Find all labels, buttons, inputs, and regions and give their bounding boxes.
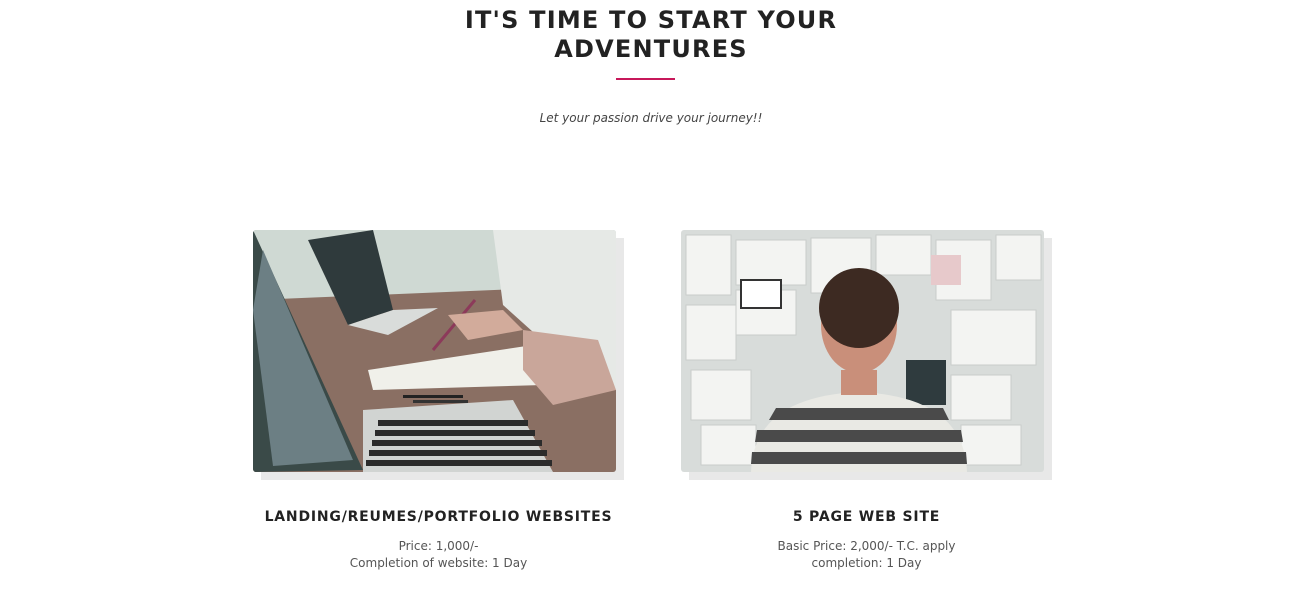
service-price: Basic Price: 2,000/- T.C. apply (777, 539, 956, 553)
service-completion: Completion of website: 1 Day (349, 556, 528, 570)
section-title: IT'S TIME TO START YOUR ADVENTURES (0, 6, 1302, 64)
service-completion: completion: 1 Day (811, 556, 922, 570)
service-price: Price: 1,000/- (398, 539, 479, 553)
section-subtitle: Let your passion drive your journey!! (539, 111, 763, 125)
section-title-line1: IT'S TIME TO START YOUR (464, 6, 838, 34)
man-looking-at-mood-board-photo[interactable] (681, 230, 1044, 472)
title-underline (616, 78, 675, 80)
service-description: Price: 1,000/- Completion of website: 1 … (213, 538, 664, 572)
service-description: Basic Price: 2,000/- T.C. apply completi… (641, 538, 1092, 572)
laptops-and-notes-photo[interactable] (253, 230, 616, 472)
service-name: 5 PAGE WEB SITE (792, 509, 941, 525)
section-title-line2: ADVENTURES (554, 35, 748, 63)
service-name: LANDING/REUMES/PORTFOLIO WEBSITES (264, 509, 613, 525)
